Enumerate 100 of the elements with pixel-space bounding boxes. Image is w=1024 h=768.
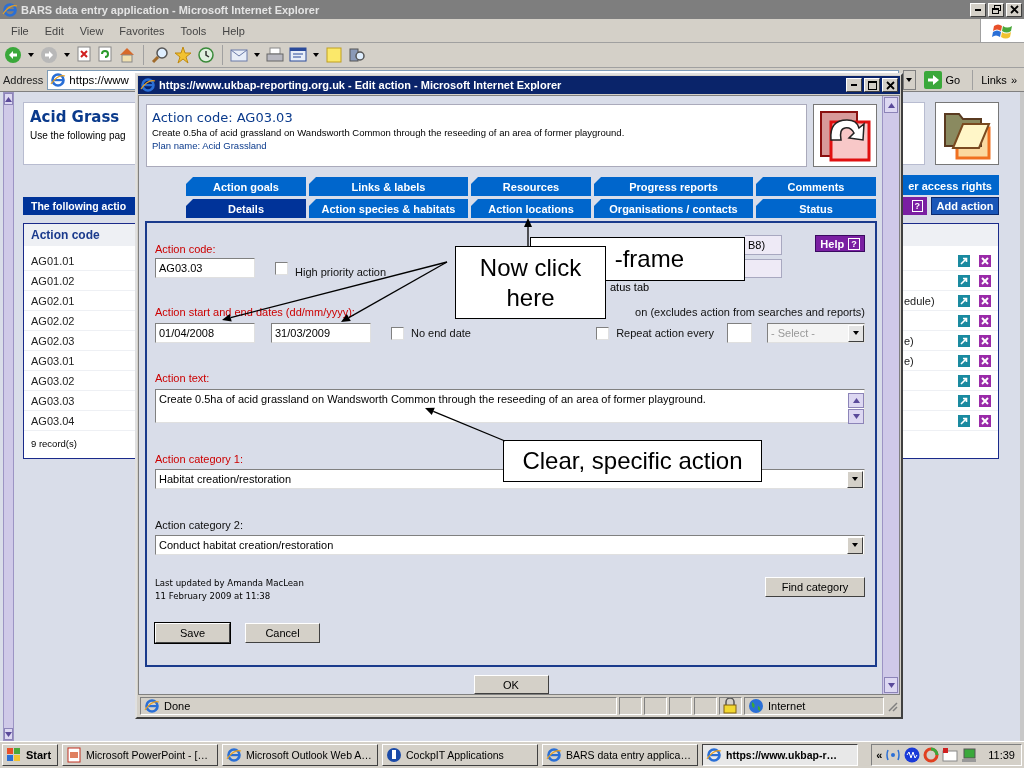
checkbox[interactable] bbox=[391, 326, 404, 340]
taskbar-button[interactable]: Microsoft Outlook Web A… bbox=[222, 744, 378, 766]
delete-icon[interactable] bbox=[979, 294, 991, 307]
menu-item[interactable]: Favorites bbox=[111, 24, 173, 37]
refresh-icon[interactable] bbox=[97, 46, 113, 64]
checkbox[interactable] bbox=[596, 326, 610, 340]
input-field[interactable]: AG03.03 bbox=[155, 258, 255, 278]
tab[interactable]: Organisations / contacts bbox=[594, 199, 753, 218]
input-field[interactable] bbox=[745, 259, 782, 278]
tab[interactable]: Action goals bbox=[186, 177, 306, 196]
delete-icon[interactable] bbox=[979, 374, 991, 387]
search-icon[interactable] bbox=[151, 46, 169, 64]
edit-arrow-icon[interactable] bbox=[958, 374, 970, 387]
edit-arrow-icon[interactable] bbox=[958, 274, 970, 287]
save-button[interactable]: Save bbox=[155, 623, 230, 643]
select-field[interactable]: Conduct habitat creation/restoration bbox=[155, 535, 865, 555]
tab[interactable]: Resources bbox=[471, 177, 591, 196]
caret-icon[interactable] bbox=[63, 51, 71, 59]
caret-icon[interactable] bbox=[312, 51, 320, 59]
network-icon[interactable] bbox=[885, 747, 902, 763]
date-field[interactable]: 31/03/2009 bbox=[271, 323, 371, 343]
close-button[interactable] bbox=[1006, 2, 1022, 17]
caret-icon[interactable] bbox=[253, 51, 261, 59]
scroll-up-button[interactable] bbox=[4, 93, 13, 105]
menu-item[interactable]: Help bbox=[214, 24, 253, 37]
delete-icon[interactable] bbox=[979, 314, 991, 327]
input-field[interactable]: B8) bbox=[745, 235, 782, 255]
help-button[interactable]: Help ? bbox=[815, 235, 865, 252]
callout-box: Now click here bbox=[455, 246, 606, 319]
edit-icon[interactable] bbox=[289, 46, 307, 64]
stop-icon[interactable] bbox=[76, 46, 92, 64]
close-button[interactable] bbox=[882, 78, 898, 92]
scroll-down-button[interactable] bbox=[4, 728, 13, 740]
edit-arrow-icon[interactable] bbox=[958, 414, 970, 427]
delete-icon[interactable] bbox=[979, 334, 991, 347]
edit-arrow-icon[interactable] bbox=[958, 314, 970, 327]
edit-arrow-icon[interactable] bbox=[958, 334, 970, 347]
tab[interactable]: Action locations bbox=[471, 199, 591, 218]
taskbar-button[interactable]: CockpIT Applications bbox=[382, 744, 538, 766]
minimize-icon bbox=[975, 8, 981, 11]
table-cell-text: AG03.01 bbox=[30, 354, 75, 367]
table-cell-text: e) bbox=[904, 334, 915, 347]
window-icon[interactable] bbox=[942, 747, 959, 763]
minimize-button[interactable] bbox=[846, 78, 862, 92]
audio-icon[interactable] bbox=[904, 747, 921, 763]
restore-button[interactable] bbox=[988, 2, 1004, 17]
input-field[interactable] bbox=[727, 323, 752, 343]
checkbox[interactable] bbox=[275, 261, 288, 275]
tab[interactable]: Links & labels bbox=[309, 177, 468, 196]
history-icon[interactable] bbox=[197, 46, 215, 64]
delete-icon[interactable] bbox=[979, 354, 991, 367]
tab[interactable]: Status bbox=[756, 199, 876, 218]
taskbar-button[interactable]: Microsoft PowerPoint - [… bbox=[62, 744, 218, 766]
menu-item[interactable]: Edit bbox=[36, 24, 72, 37]
taskbar-button[interactable]: BARS data entry applica… bbox=[542, 744, 698, 766]
tab[interactable]: Details bbox=[186, 199, 306, 218]
links-button[interactable]: Links » bbox=[972, 69, 1021, 90]
delete-icon[interactable] bbox=[979, 254, 991, 267]
cancel-button[interactable]: Cancel bbox=[245, 623, 320, 643]
scroll-down-button[interactable] bbox=[884, 677, 898, 693]
edit-arrow-icon[interactable] bbox=[958, 294, 970, 307]
edit-arrow-icon[interactable] bbox=[958, 254, 970, 267]
tab[interactable]: Action species & habitats bbox=[309, 199, 468, 218]
computer-icon[interactable] bbox=[961, 747, 978, 763]
star-icon[interactable] bbox=[174, 46, 192, 64]
menu-item[interactable]: View bbox=[71, 24, 112, 37]
minimize-icon bbox=[851, 84, 857, 86]
tab[interactable]: Comments bbox=[756, 177, 876, 196]
start-button[interactable]: Start bbox=[2, 744, 58, 766]
ok-button[interactable]: OK bbox=[473, 675, 549, 694]
scroll-up-button[interactable] bbox=[884, 97, 898, 113]
print-icon[interactable] bbox=[266, 46, 284, 64]
home-icon[interactable] bbox=[118, 46, 136, 64]
menu-item[interactable]: File bbox=[3, 24, 37, 37]
edit-arrow-icon[interactable] bbox=[958, 394, 970, 407]
minimize-button[interactable] bbox=[970, 2, 986, 17]
delete-icon[interactable] bbox=[979, 414, 991, 427]
delete-icon[interactable] bbox=[979, 394, 991, 407]
caret-icon[interactable] bbox=[27, 51, 35, 59]
mail-icon[interactable] bbox=[230, 46, 248, 64]
close-icon bbox=[885, 80, 895, 90]
field-label: Action category 2: bbox=[155, 519, 244, 531]
expand-tray-button[interactable]: « bbox=[876, 749, 883, 761]
add-action-button[interactable]: Add action bbox=[931, 197, 999, 215]
scrollbar[interactable] bbox=[3, 92, 14, 741]
maximize-button[interactable] bbox=[864, 78, 880, 92]
resize-grip-icon[interactable] bbox=[886, 699, 898, 712]
maximize-icon bbox=[867, 80, 877, 90]
taskbar-button[interactable]: https://www.ukbap-r… bbox=[702, 744, 858, 766]
menu-item[interactable]: Tools bbox=[172, 24, 215, 37]
go-button[interactable]: Go bbox=[919, 69, 969, 90]
text-area[interactable]: Create 0.5ha of acid grassland on Wandsworth Common through the reseeding of an area of former playground. bbox=[155, 389, 865, 423]
back-icon[interactable] bbox=[4, 46, 22, 64]
tab[interactable]: Progress reports bbox=[594, 177, 753, 196]
scrollbar[interactable] bbox=[882, 96, 899, 694]
research-icon[interactable] bbox=[348, 46, 366, 64]
date-field[interactable]: 01/04/2008 bbox=[155, 323, 255, 343]
delete-icon[interactable] bbox=[979, 274, 991, 287]
find-category-button[interactable]: Find category bbox=[765, 577, 865, 597]
edit-arrow-icon[interactable] bbox=[958, 354, 970, 367]
